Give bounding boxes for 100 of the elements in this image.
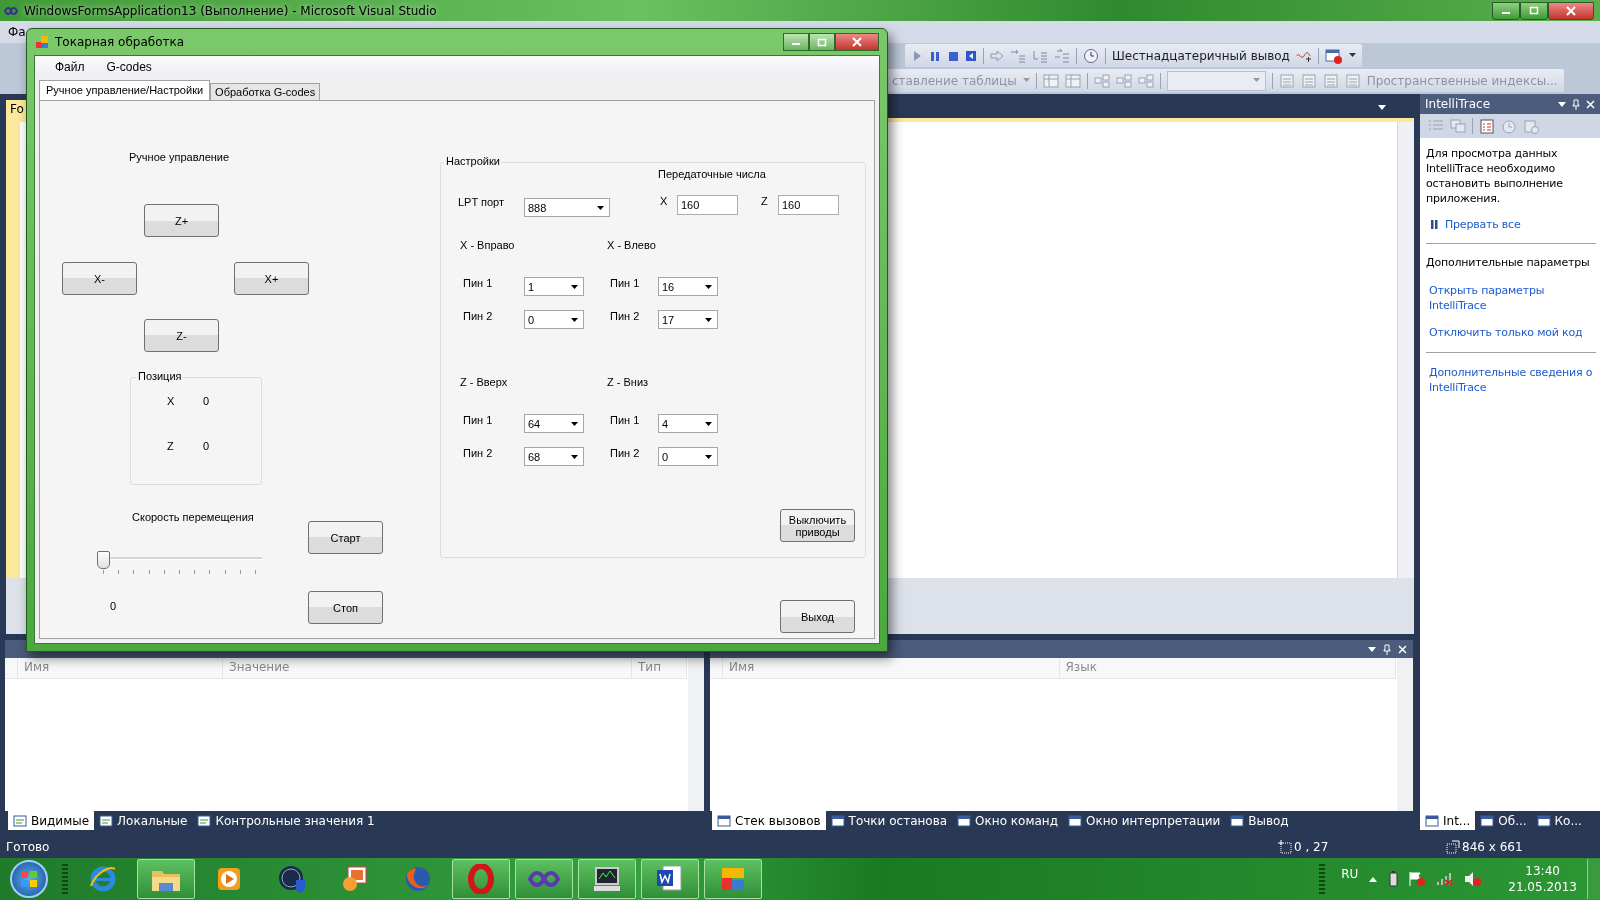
table-icon — [1064, 73, 1081, 88]
window-icon — [197, 814, 212, 827]
window-icon — [830, 814, 845, 827]
taskbar-button[interactable] — [515, 859, 573, 899]
caret-icon — [705, 421, 712, 426]
exit-button[interactable]: Выход — [780, 600, 855, 633]
scrollbar[interactable] — [1397, 122, 1414, 578]
minimize-button[interactable] — [783, 33, 809, 51]
close-button[interactable] — [1548, 1, 1594, 20]
date-text: 21.05.2013 — [1508, 879, 1577, 895]
status-text: Готово — [6, 839, 51, 854]
stop-button[interactable]: Стоп — [308, 591, 383, 624]
pin-dropdown[interactable]: 17 — [658, 310, 718, 329]
scrollbar[interactable] — [1397, 658, 1413, 811]
language-indicator[interactable]: RU — [1341, 867, 1359, 881]
axis-label: X — [167, 395, 175, 408]
axis-label: X — [660, 195, 668, 208]
axis-label: Z — [167, 440, 174, 453]
pin-dropdown[interactable]: 0 — [658, 447, 718, 466]
caret-icon — [571, 454, 578, 459]
break-all-link[interactable]: Прервать все — [1445, 218, 1521, 231]
photos-icon — [340, 864, 370, 894]
restore-button[interactable] — [1520, 1, 1548, 20]
pin-dropdown[interactable]: 4 — [658, 414, 718, 433]
tab[interactable]: Обработка G-codes — [210, 83, 321, 100]
ratio-field[interactable]: 160 — [778, 195, 839, 215]
ratios-label: Передаточные числа — [658, 168, 766, 181]
panel-tab[interactable]: Контрольные значения 1 — [192, 811, 380, 830]
signal-icon[interactable] — [1436, 872, 1455, 886]
settings-link[interactable]: Отключить только мой код — [1429, 325, 1596, 340]
pin-label: Пин 1 — [610, 277, 640, 290]
taskbar-button[interactable] — [641, 859, 699, 899]
panel-tab[interactable]: Вывод — [1225, 811, 1294, 830]
menu-item[interactable]: Файл — [55, 60, 85, 74]
hex-output-toggle[interactable]: Шестнадцатеричный вывод — [1112, 48, 1290, 63]
index-icon — [1300, 73, 1317, 88]
jog-button[interactable]: Z- — [144, 319, 219, 352]
menu-item[interactable]: Фа — [8, 25, 26, 39]
app-icon — [35, 35, 49, 49]
disable-drives-button[interactable]: Выключить приводы — [780, 509, 855, 542]
jog-button[interactable]: Z+ — [144, 204, 219, 237]
group-title: Настройки — [444, 155, 502, 168]
panel-tab[interactable]: Окно команд — [952, 811, 1063, 830]
battery-icon[interactable] — [1388, 871, 1399, 887]
close-icon[interactable] — [1586, 99, 1595, 109]
ratio-field[interactable]: 160 — [677, 195, 738, 215]
settings-link[interactable]: Открыть параметры IntelliTrace — [1429, 283, 1596, 313]
speed-value: 0 — [110, 600, 117, 613]
panel-tab[interactable]: Окно интерпретации — [1062, 811, 1226, 830]
panel-tab[interactable]: Об... — [1475, 811, 1532, 830]
checklist-icon[interactable] — [1479, 118, 1495, 134]
close-button[interactable] — [835, 33, 879, 51]
caret-icon — [705, 284, 712, 289]
panel-tab[interactable]: Ко... — [1531, 811, 1587, 830]
caret-icon — [705, 454, 712, 459]
document-tab[interactable]: Fo — [6, 100, 28, 118]
maximize-button[interactable] — [809, 33, 835, 51]
speaker-icon[interactable] — [1464, 871, 1483, 887]
port-dropdown[interactable]: 888 — [524, 198, 610, 217]
flag-icon[interactable] — [1408, 871, 1427, 887]
start-button[interactable]: Старт — [308, 521, 383, 554]
clock[interactable]: 13:40 21.05.2013 — [1508, 863, 1577, 895]
tab[interactable]: Ручное управление/Настройки — [39, 80, 211, 100]
pin-label: Пин 2 — [610, 447, 640, 460]
pin-icon[interactable] — [1572, 98, 1580, 110]
pin-label: Пин 2 — [610, 310, 640, 323]
caret-icon — [1368, 646, 1376, 652]
panel-tab[interactable]: Int... — [1420, 811, 1476, 830]
minimize-button[interactable] — [1492, 1, 1520, 20]
position-icon — [1278, 839, 1292, 854]
dialog-title: Токарная обработка — [55, 35, 185, 49]
media-player-icon — [215, 865, 243, 893]
panel-tab[interactable]: Видимые — [8, 811, 95, 830]
panel-tab[interactable]: Локальные — [94, 811, 193, 830]
panel-tab[interactable]: Точки останова — [825, 811, 953, 830]
pin-dropdown[interactable]: 68 — [524, 447, 584, 466]
pin-dropdown[interactable]: 16 — [658, 277, 718, 296]
pause-icon — [1430, 219, 1439, 230]
taskbar-button[interactable] — [578, 859, 636, 899]
close-icon[interactable] — [1398, 644, 1407, 654]
up-arrow-icon[interactable] — [1368, 875, 1379, 883]
window-title: WindowsFormsApplication13 (Выполнение) - Microsoft Visual Studio — [24, 3, 437, 18]
close-icon — [1566, 5, 1576, 16]
menu-item[interactable]: G-codes — [106, 60, 152, 74]
window-icon — [1230, 814, 1245, 827]
jog-button[interactable]: X+ — [234, 262, 309, 295]
pin-dropdown[interactable]: 0 — [524, 310, 584, 329]
pin-dropdown[interactable]: 1 — [524, 277, 584, 296]
monitor-icon — [591, 865, 623, 893]
speed-slider[interactable] — [97, 551, 262, 575]
pin-dropdown[interactable]: 64 — [524, 414, 584, 433]
panel-tab[interactable]: Стек вызовов — [712, 811, 826, 830]
windows-flag-icon — [19, 869, 39, 889]
caret-icon — [571, 421, 578, 426]
pin-icon[interactable] — [1383, 643, 1391, 655]
start-button[interactable] — [10, 860, 48, 898]
more-info-link[interactable]: Дополнительные сведения о IntelliTrace — [1429, 365, 1596, 395]
clock-icon — [1083, 47, 1099, 64]
jog-button[interactable]: X- — [62, 262, 137, 295]
scrollbar[interactable] — [688, 658, 704, 811]
